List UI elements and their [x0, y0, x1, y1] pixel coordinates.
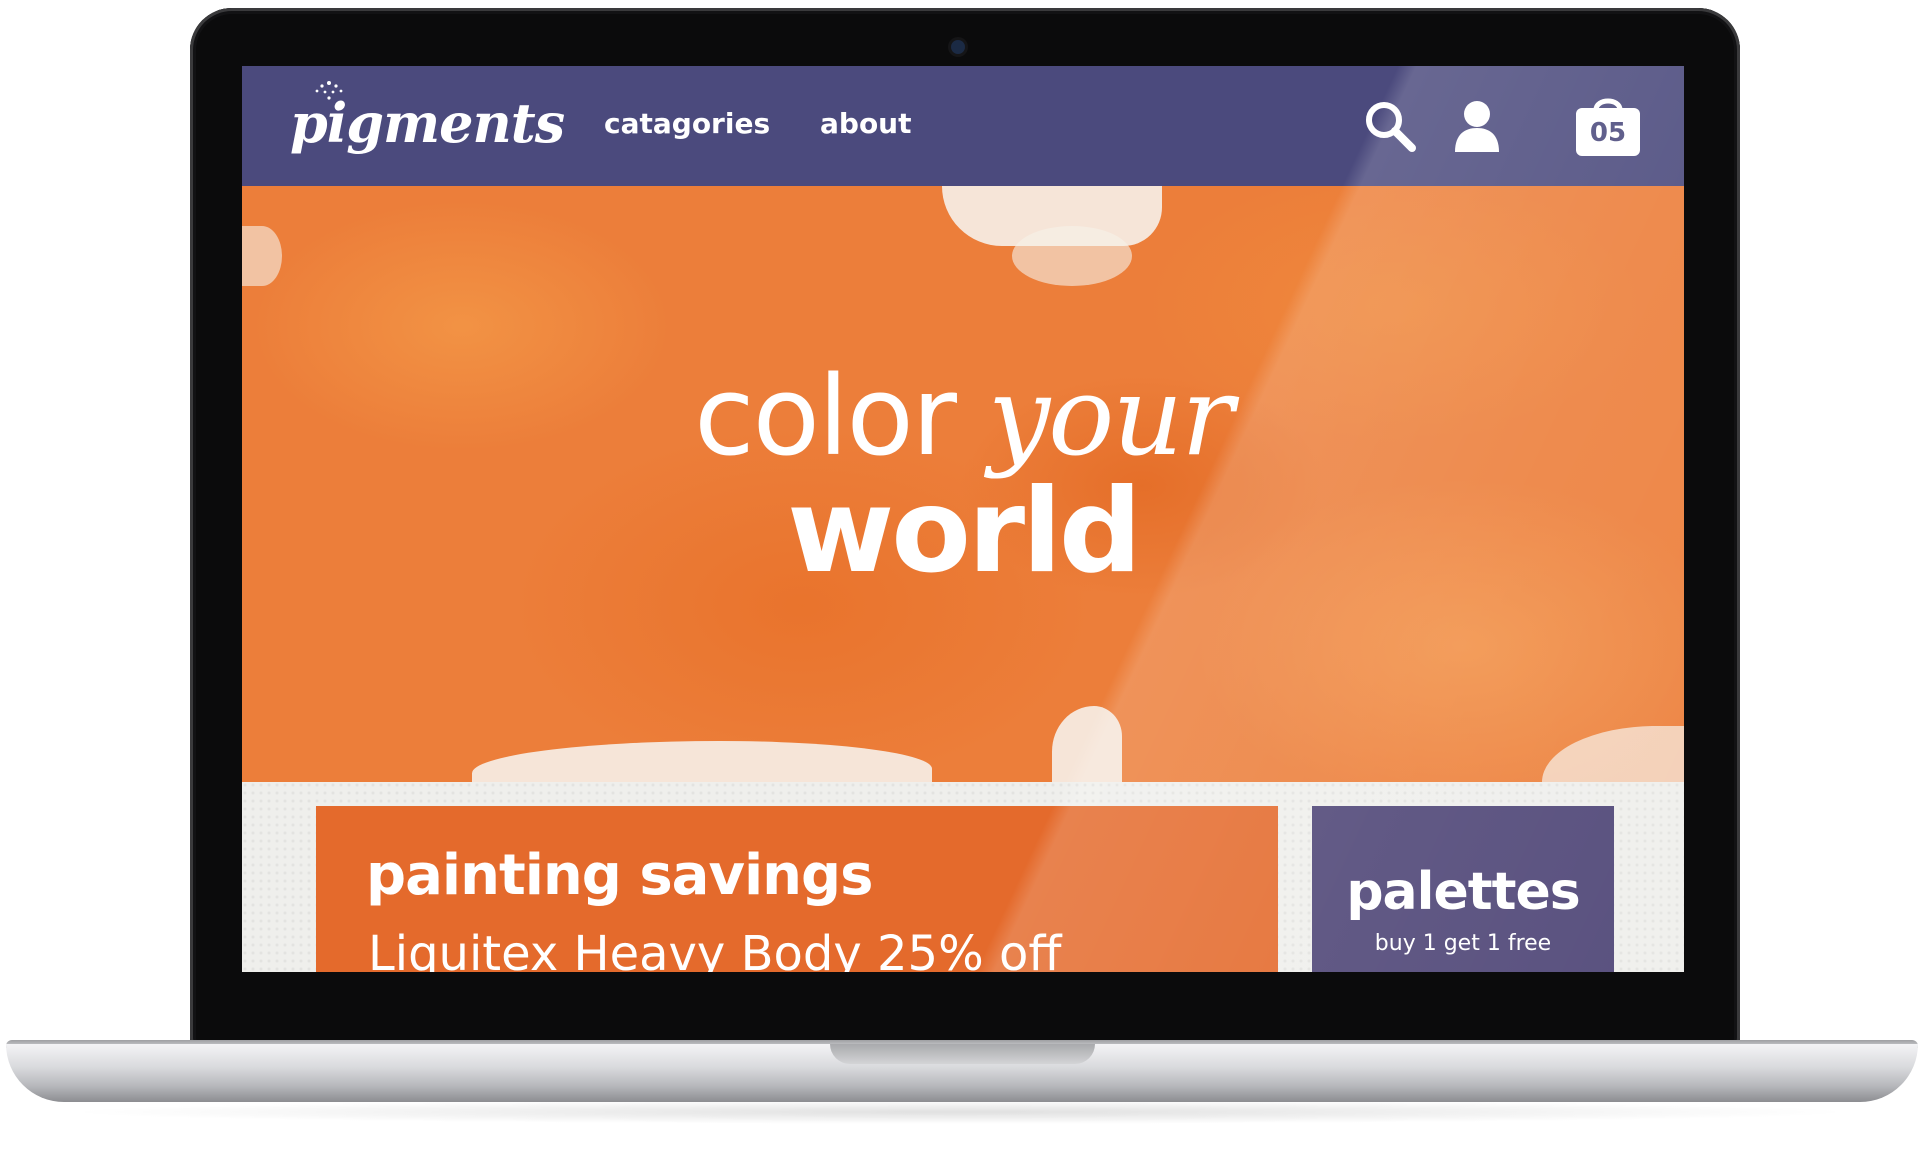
promo-subtitle: buy 1 get 1 free: [1374, 931, 1552, 956]
laptop-mockup: pigments catagories about 05 color your …: [0, 0, 1930, 1153]
paint-splash-decoration: [242, 226, 282, 286]
nav-link-about[interactable]: about: [820, 106, 912, 142]
top-navbar: pigments catagories about 05: [242, 66, 1684, 186]
search-icon[interactable]: [1360, 96, 1420, 156]
promo-title: painting savings: [366, 843, 873, 908]
hero-word-your: your: [988, 352, 1234, 480]
hero-word-color: color: [694, 352, 957, 480]
paint-splash-decoration: [1012, 226, 1132, 286]
laptop-opening-notch: [830, 1044, 1095, 1064]
website-screen: pigments catagories about 05 color your …: [242, 66, 1684, 972]
site-logo[interactable]: pigments: [290, 88, 565, 158]
promo-card-palettes[interactable]: palettes buy 1 get 1 free: [1312, 806, 1614, 972]
cart-button[interactable]: 05: [1572, 92, 1644, 158]
user-icon[interactable]: [1447, 96, 1507, 156]
laptop-shadow: [60, 1100, 1860, 1124]
hero-headline: color your world: [242, 356, 1684, 592]
paint-splash-decoration: [1052, 706, 1122, 782]
hero-word-world: world: [787, 464, 1142, 599]
hero-banner: color your world: [242, 186, 1684, 782]
promo-title: palettes: [1346, 862, 1580, 922]
paint-splash-decoration: [472, 741, 932, 782]
cart-count-badge: 05: [1589, 118, 1627, 148]
nav-link-categories[interactable]: catagories: [604, 106, 770, 142]
paint-splash-decoration: [1542, 726, 1684, 782]
camera-icon: [951, 40, 965, 54]
promo-subtitle: Liquitex Heavy Body 25% off: [368, 926, 1062, 972]
promo-card-painting-savings[interactable]: painting savings Liquitex Heavy Body 25%…: [316, 806, 1278, 972]
